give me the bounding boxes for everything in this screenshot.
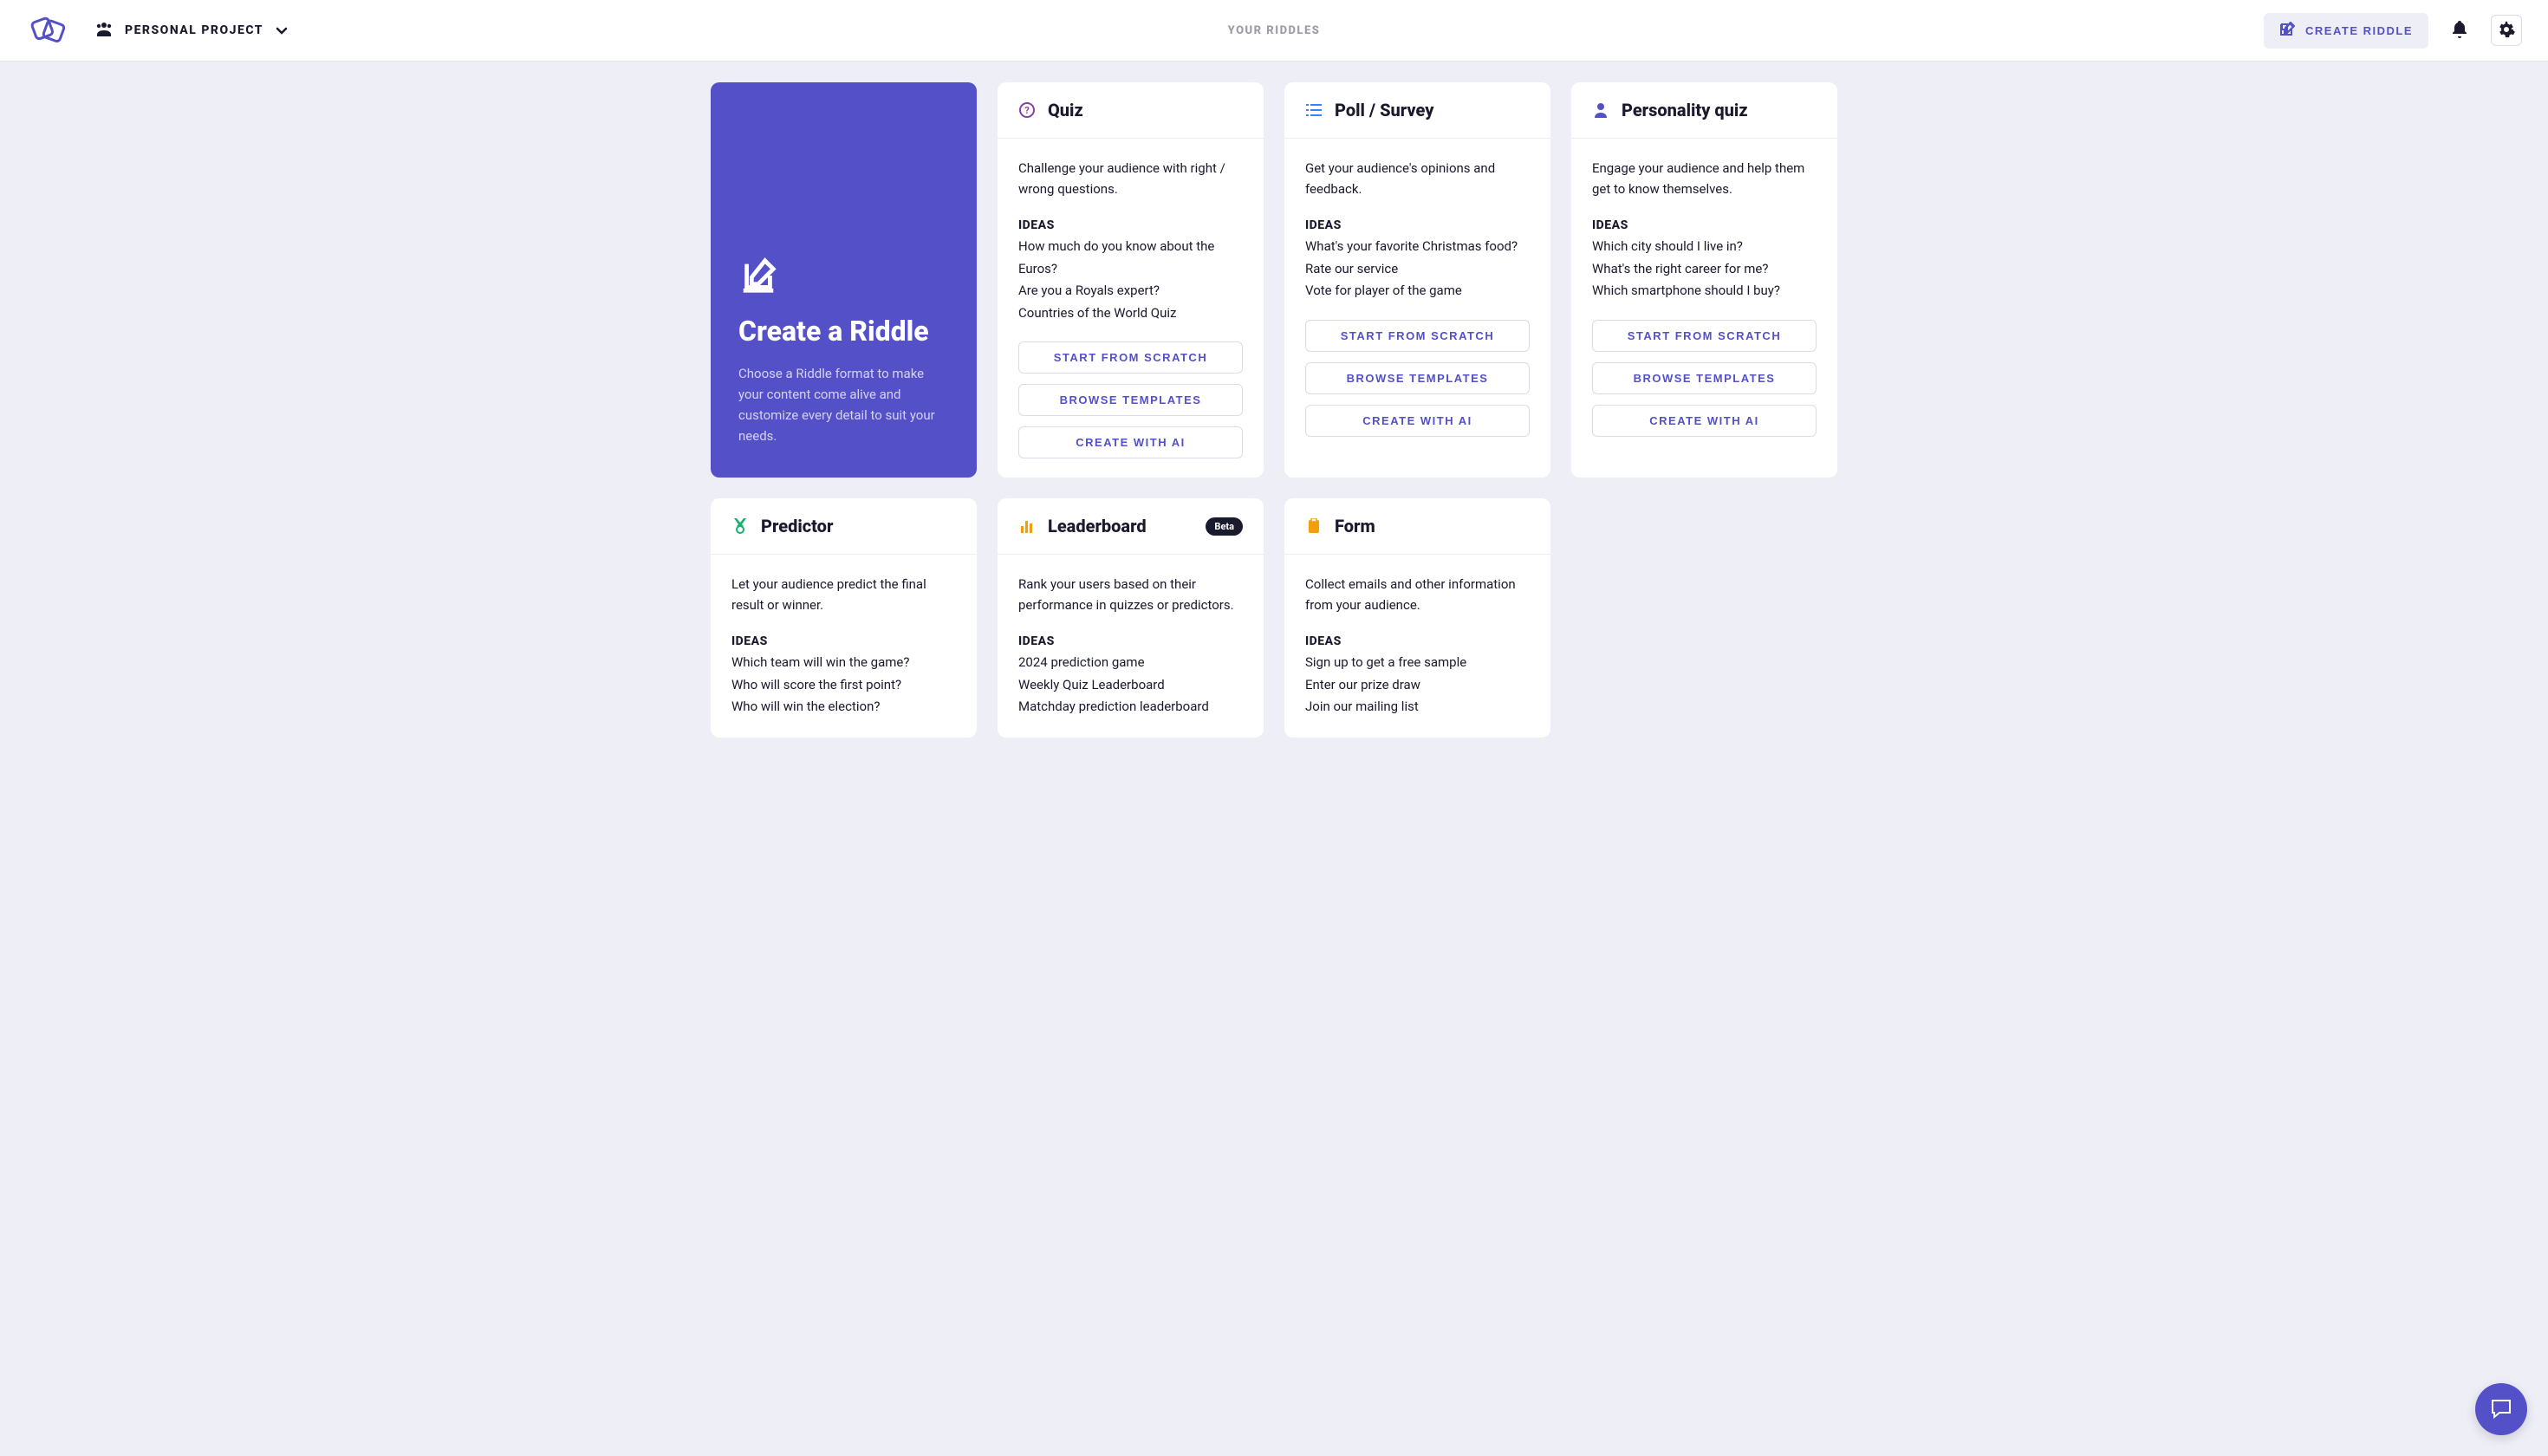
browse-templates-button[interactable]: BROWSE TEMPLATES — [1305, 362, 1530, 394]
ideas-label: IDEAS — [731, 634, 956, 648]
idea-item: Vote for player of the game — [1305, 280, 1530, 302]
card-form: Form Collect emails and other informatio… — [1284, 498, 1550, 738]
idea-item: Join our mailing list — [1305, 696, 1530, 718]
list-icon — [1305, 101, 1323, 119]
notifications-button[interactable] — [2444, 15, 2475, 46]
start-from-scratch-button[interactable]: START FROM SCRATCH — [1018, 341, 1243, 374]
chevron-down-icon — [276, 23, 288, 39]
gear-icon — [2498, 21, 2515, 41]
idea-item: Which smartphone should I buy? — [1592, 280, 1817, 302]
card-description: Challenge your audience with right / wro… — [1018, 158, 1243, 199]
idea-item: What's your favorite Christmas food? — [1305, 236, 1530, 258]
card-title: Predictor — [761, 516, 956, 536]
idea-item: Countries of the World Quiz — [1018, 302, 1243, 325]
topbar: PERSONAL PROJECT YOUR RIDDLES CREATE RID… — [0, 0, 2548, 62]
idea-item: Who will win the election? — [731, 696, 956, 718]
project-label: PERSONAL PROJECT — [125, 23, 263, 37]
idea-item: Rate our service — [1305, 258, 1530, 281]
idea-item: Which city should I live in? — [1592, 236, 1817, 258]
chat-icon — [2489, 1397, 2513, 1422]
start-from-scratch-button[interactable]: START FROM SCRATCH — [1592, 320, 1817, 352]
idea-item: Weekly Quiz Leaderboard — [1018, 674, 1243, 697]
beta-badge: Beta — [1206, 517, 1243, 536]
create-with-ai-button[interactable]: CREATE WITH AI — [1592, 405, 1817, 437]
ideas-label: IDEAS — [1592, 218, 1817, 232]
clipboard-icon — [1305, 517, 1323, 535]
card-title: Quiz — [1048, 100, 1243, 120]
logo[interactable] — [26, 13, 71, 48]
card-title: Form — [1335, 516, 1530, 536]
person-icon — [1592, 101, 1609, 119]
start-from-scratch-button[interactable]: START FROM SCRATCH — [1305, 320, 1530, 352]
card-title: Personality quiz — [1622, 100, 1817, 120]
card-predictor: Predictor Let your audience predict the … — [711, 498, 977, 738]
idea-item: Which team will win the game? — [731, 652, 956, 674]
card-leaderboard: Leaderboard Beta Rank your users based o… — [998, 498, 1264, 738]
idea-item: What's the right career for me? — [1592, 258, 1817, 281]
card-description: Engage your audience and help them get t… — [1592, 158, 1817, 199]
content-grid: Create a Riddle Choose a Riddle format t… — [641, 62, 1907, 758]
bar-chart-icon — [1018, 517, 1036, 535]
hero-description: Choose a Riddle format to make your cont… — [738, 363, 949, 446]
idea-item: How much do you know about the Euros? — [1018, 236, 1243, 280]
ideas-label: IDEAS — [1305, 634, 1530, 648]
browse-templates-button[interactable]: BROWSE TEMPLATES — [1018, 384, 1243, 416]
topbar-right: CREATE RIDDLE — [2264, 13, 2522, 49]
card-poll: Poll / Survey Get your audience's opinio… — [1284, 82, 1550, 478]
create-with-ai-button[interactable]: CREATE WITH AI — [1305, 405, 1530, 437]
people-icon — [95, 21, 113, 40]
card-personality: Personality quiz Engage your audience an… — [1571, 82, 1837, 478]
card-title: Poll / Survey — [1335, 100, 1530, 120]
hero-card: Create a Riddle Choose a Riddle format t… — [711, 82, 977, 478]
idea-item: 2024 prediction game — [1018, 652, 1243, 674]
idea-item: Sign up to get a free sample — [1305, 652, 1530, 674]
medal-icon — [731, 517, 749, 535]
settings-button[interactable] — [2491, 15, 2522, 46]
page-title: YOUR RIDDLES — [1228, 24, 1321, 37]
card-description: Let your audience predict the final resu… — [731, 574, 956, 615]
create-riddle-label: CREATE RIDDLE — [2305, 24, 2413, 37]
idea-item: Who will score the first point? — [731, 674, 956, 697]
edit-icon — [2279, 22, 2295, 40]
ideas-label: IDEAS — [1018, 218, 1243, 232]
svg-text:?: ? — [1024, 105, 1030, 116]
card-title: Leaderboard — [1048, 516, 1193, 536]
chat-button[interactable] — [2475, 1383, 2527, 1435]
ideas-label: IDEAS — [1018, 634, 1243, 648]
card-description: Get your audience's opinions and feedbac… — [1305, 158, 1530, 199]
edit-icon — [738, 256, 949, 299]
browse-templates-button[interactable]: BROWSE TEMPLATES — [1592, 362, 1817, 394]
bell-icon — [2452, 21, 2467, 41]
question-icon: ? — [1018, 101, 1036, 119]
create-riddle-button[interactable]: CREATE RIDDLE — [2264, 13, 2428, 49]
ideas-label: IDEAS — [1305, 218, 1530, 232]
card-description: Collect emails and other information fro… — [1305, 574, 1530, 615]
idea-item: Matchday prediction leaderboard — [1018, 696, 1243, 718]
hero-title: Create a Riddle — [738, 315, 949, 348]
project-switcher[interactable]: PERSONAL PROJECT — [88, 16, 295, 45]
create-with-ai-button[interactable]: CREATE WITH AI — [1018, 426, 1243, 458]
idea-item: Are you a Royals expert? — [1018, 280, 1243, 302]
idea-item: Enter our prize draw — [1305, 674, 1530, 697]
card-description: Rank your users based on their performan… — [1018, 574, 1243, 615]
card-quiz: ? Quiz Challenge your audience with righ… — [998, 82, 1264, 478]
